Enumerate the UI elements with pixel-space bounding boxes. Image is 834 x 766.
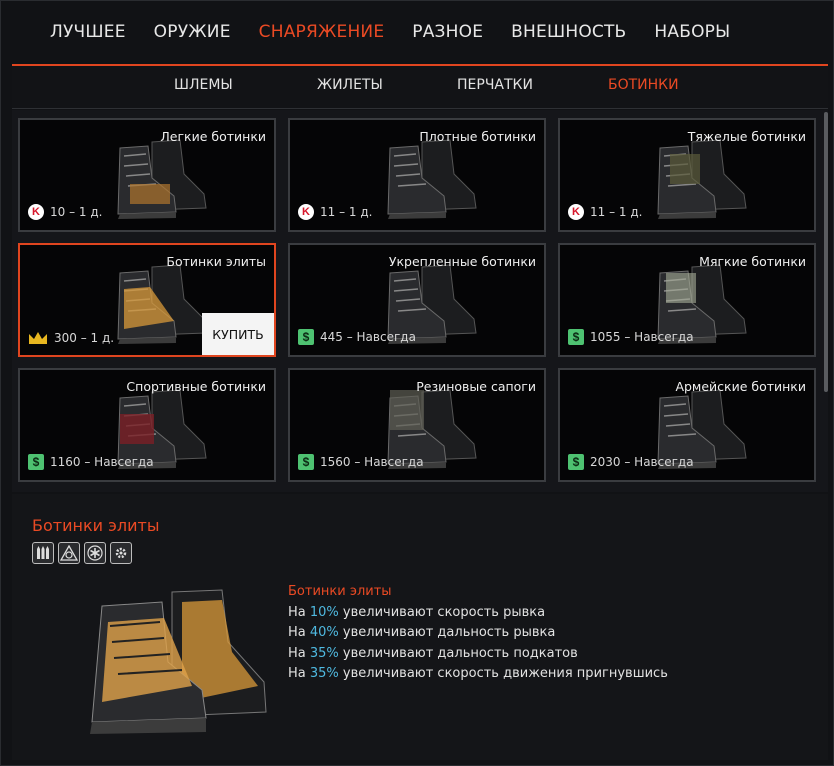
subtab-boots[interactable]: БОТИНКИ bbox=[608, 77, 679, 93]
boots-image bbox=[90, 134, 210, 220]
tab-equipment[interactable]: СНАРЯЖЕНИЕ bbox=[259, 22, 385, 42]
item-card[interactable]: Мягкие ботинки $ 1055 – Навсегда bbox=[558, 243, 816, 357]
price-text: 300 – 1 д. bbox=[54, 331, 115, 345]
dollar-icon: $ bbox=[568, 454, 584, 470]
item-name: Укрепленные ботинки bbox=[388, 254, 536, 269]
item-name: Ботинки элиты bbox=[166, 254, 266, 269]
dollar-icon: $ bbox=[568, 329, 584, 345]
sub-tabs: ШЛЕМЫ ЖИЛЕТЫ ПЕРЧАТКИ БОТИНКИ bbox=[12, 66, 828, 109]
tab-best[interactable]: ЛУЧШЕЕ bbox=[50, 22, 126, 42]
stat-line: На 40% увеличивают дальность рывка bbox=[288, 625, 556, 640]
ammo-icon bbox=[32, 542, 54, 564]
engineer-icon bbox=[110, 542, 132, 564]
item-card[interactable]: Армейские ботинки $ 2030 – Навсегда bbox=[558, 368, 816, 482]
medic-icon bbox=[84, 542, 106, 564]
item-name: Тяжелые ботинки bbox=[687, 129, 806, 144]
tab-appearance[interactable]: ВНЕШНОСТЬ bbox=[511, 22, 626, 42]
subtab-vests[interactable]: ЖИЛЕТЫ bbox=[317, 77, 383, 93]
price-text: 2030 – Навсегда bbox=[590, 455, 694, 469]
price-text: 1055 – Навсегда bbox=[590, 330, 694, 344]
price-text: 445 – Навсегда bbox=[320, 330, 416, 344]
item-card[interactable]: Спортивные ботинки $ 1160 – Навсегда bbox=[18, 368, 276, 482]
dollar-icon: $ bbox=[298, 454, 314, 470]
item-price: 300 – 1 д. bbox=[28, 331, 114, 345]
item-price: K 10 – 1 д. bbox=[28, 204, 102, 220]
price-text: 1560 – Навсегда bbox=[320, 455, 424, 469]
item-price: K 11 – 1 д. bbox=[298, 204, 372, 220]
selected-boots-image bbox=[90, 589, 267, 734]
class-icons bbox=[32, 542, 132, 564]
kredits-icon: K bbox=[568, 204, 584, 220]
tab-weapons[interactable]: ОРУЖИЕ bbox=[154, 22, 231, 42]
sniper-scope-icon bbox=[58, 542, 80, 564]
item-price: $ 1160 – Навсегда bbox=[28, 454, 154, 470]
item-price: $ 1560 – Навсегда bbox=[298, 454, 424, 470]
main-tabs: ЛУЧШЕЕ ОРУЖИЕ СНАРЯЖЕНИЕ РАЗНОЕ ВНЕШНОСТ… bbox=[12, 0, 828, 66]
grid-scrollbar[interactable] bbox=[824, 112, 828, 392]
price-text: 1160 – Навсегда bbox=[50, 455, 154, 469]
boots-grid: Легкие ботинки K 10 – 1 д. Плотные ботин… bbox=[12, 110, 828, 492]
boots-image bbox=[630, 134, 750, 220]
tab-misc[interactable]: РАЗНОЕ bbox=[412, 22, 483, 42]
detail-title: Ботинки элиты bbox=[32, 516, 160, 535]
subtab-helmets[interactable]: ШЛЕМЫ bbox=[174, 77, 233, 93]
price-text: 11 – 1 д. bbox=[320, 205, 373, 219]
buy-button[interactable]: КУПИТЬ bbox=[202, 313, 274, 355]
item-card[interactable]: Укрепленные ботинки $ 445 – Навсегда bbox=[288, 243, 546, 357]
item-price: $ 1055 – Навсегда bbox=[568, 329, 694, 345]
subtab-gloves[interactable]: ПЕРЧАТКИ bbox=[457, 77, 533, 93]
item-card[interactable]: Плотные ботинки K 11 – 1 д. bbox=[288, 118, 546, 232]
item-name: Армейские ботинки bbox=[675, 379, 806, 394]
stat-line: На 35% увеличивают дальность подкатов bbox=[288, 645, 578, 661]
item-card[interactable]: Резиновые сапоги $ 1560 – Навсегда bbox=[288, 368, 546, 482]
kredits-icon: K bbox=[298, 204, 314, 220]
stat-line: На 10% увеличивают скорость рывка bbox=[288, 604, 546, 620]
item-name: Резиновые сапоги bbox=[416, 379, 536, 394]
kredits-icon: K bbox=[28, 204, 44, 220]
item-details: Ботинки элиты Ботинки элиты На 10% увели… bbox=[12, 494, 828, 760]
item-name: Плотные ботинки bbox=[419, 129, 536, 144]
item-card[interactable]: Тяжелые ботинки K 11 – 1 д. bbox=[558, 118, 816, 232]
item-name: Легкие ботинки bbox=[160, 129, 266, 144]
crown-icon bbox=[29, 332, 47, 344]
price-text: 11 – 1 д. bbox=[590, 205, 643, 219]
item-name: Мягкие ботинки bbox=[699, 254, 806, 269]
dollar-icon: $ bbox=[28, 454, 44, 470]
item-card[interactable]: Легкие ботинки K 10 – 1 д. bbox=[18, 118, 276, 232]
boots-image bbox=[360, 134, 480, 220]
item-description: Ботинки элиты На 10% увеличивают скорост… bbox=[288, 582, 668, 685]
stat-line: На 35% увеличивают скорость движения при… bbox=[288, 666, 668, 681]
dollar-icon: $ bbox=[298, 329, 314, 345]
price-text: 10 – 1 д. bbox=[50, 205, 103, 219]
desc-title: Ботинки элиты bbox=[288, 584, 392, 599]
item-price: $ 445 – Навсегда bbox=[298, 329, 416, 345]
item-name: Спортивные ботинки bbox=[126, 379, 266, 394]
item-price: K 11 – 1 д. bbox=[568, 204, 642, 220]
item-card-selected[interactable]: Ботинки элиты 300 – 1 д. КУПИТЬ bbox=[18, 243, 276, 357]
tab-bundles[interactable]: НАБОРЫ bbox=[654, 22, 730, 42]
item-price: $ 2030 – Навсегда bbox=[568, 454, 694, 470]
